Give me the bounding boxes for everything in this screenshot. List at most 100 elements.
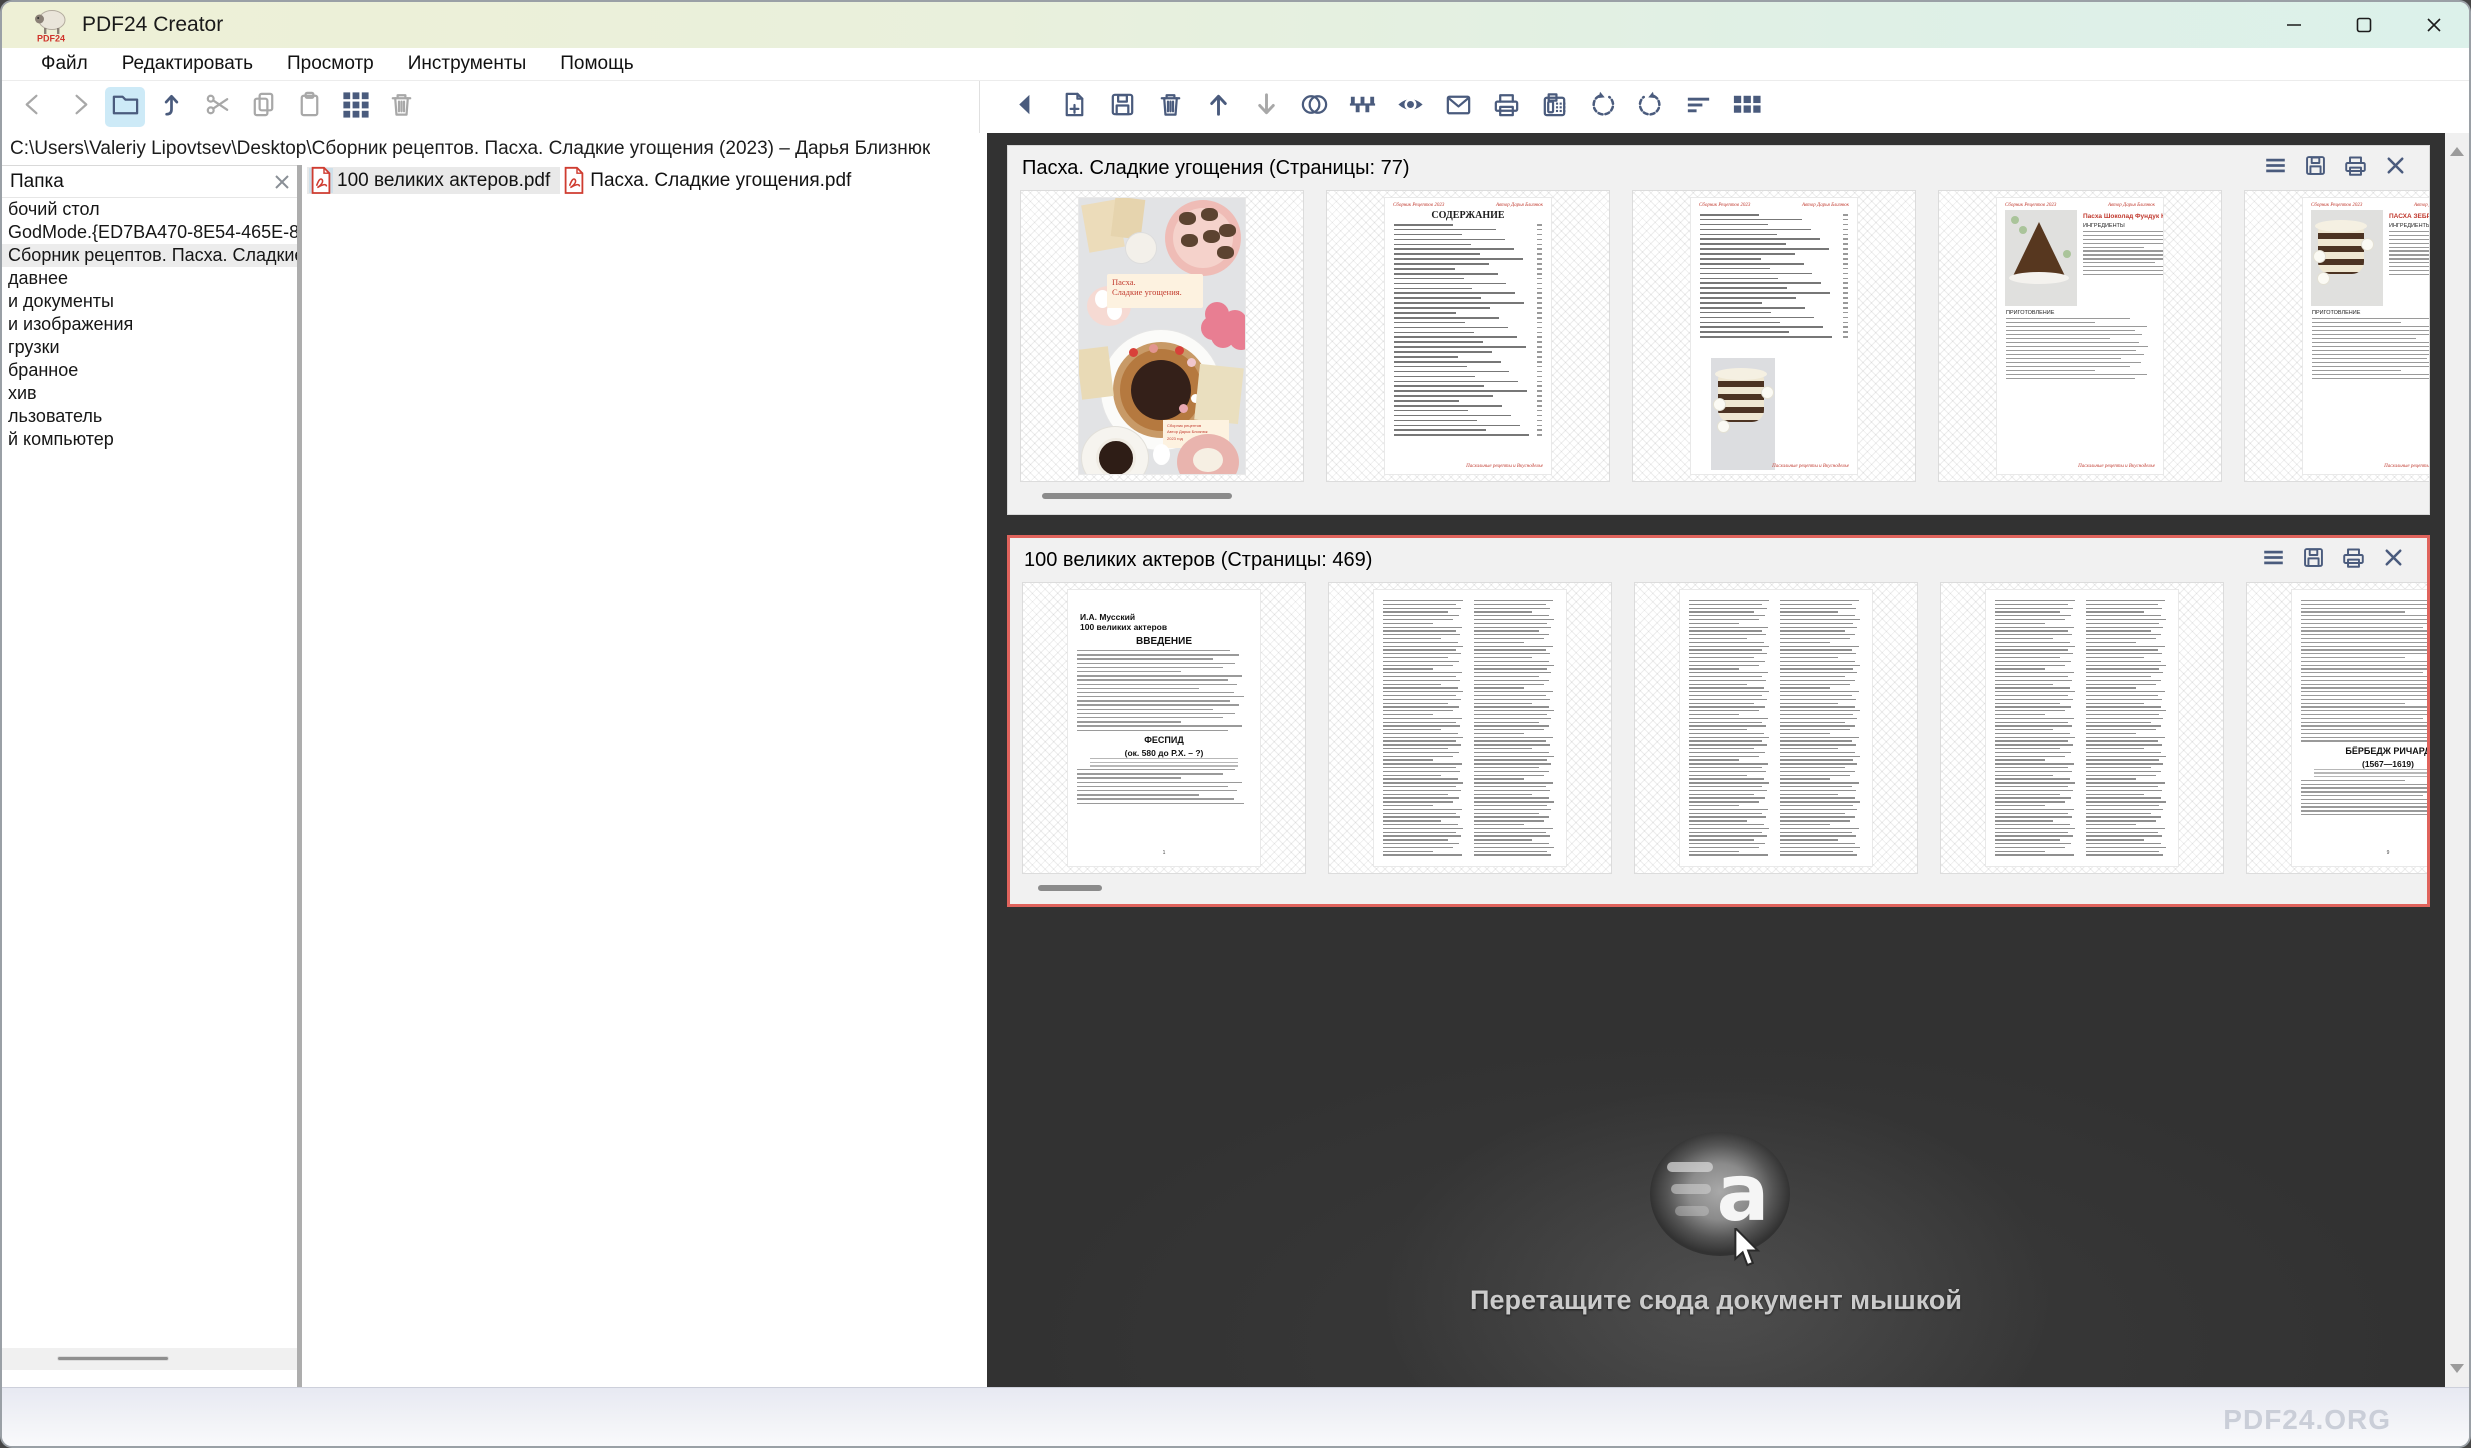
page-thumbnail[interactable]: [1634, 582, 1918, 874]
add-document-button[interactable]: [1054, 87, 1094, 127]
close-x-icon: [2380, 544, 2407, 576]
grid-view-button[interactable]: [1726, 87, 1766, 127]
merge-documents-button[interactable]: [1294, 87, 1334, 127]
page-thumbnail[interactable]: [1940, 582, 2224, 874]
preview-button[interactable]: [1390, 87, 1430, 127]
chapter-heading: ВВЕДЕНИЕ: [1068, 636, 1260, 647]
sidebar-item-0[interactable]: бочий стол: [2, 198, 297, 221]
page-thumbnail[interactable]: И.А. Мусский100 великих актеровВВЕДЕНИЕФ…: [1022, 582, 1306, 874]
ingredients-label: ИНГРЕДИЕНТЫ: [2083, 223, 2163, 229]
page-thumbnail[interactable]: [1328, 582, 1612, 874]
save-document-button[interactable]: [2295, 151, 2335, 185]
page-thumbnail[interactable]: БЁРБЕДЖ РИЧАРД(1567—1619)9: [2246, 582, 2427, 874]
page-thumbnail[interactable]: Пасха.Сладкие угощения.Сборник рецептовА…: [1020, 190, 1304, 482]
menu-item-0[interactable]: Файл: [24, 48, 105, 80]
close-folder-panel-icon[interactable]: [267, 169, 297, 195]
close-button[interactable]: [2399, 2, 2469, 48]
print-document-button[interactable]: [2333, 543, 2373, 577]
pdf-page: Сборник Рецептов 2023Автор Дарья Близнюк…: [2303, 198, 2429, 474]
sidebar-item-4[interactable]: и документы: [2, 290, 297, 313]
cut-button[interactable]: [197, 87, 237, 127]
sidebar-item-6[interactable]: грузки: [2, 336, 297, 359]
page-thumbnails-row: Пасха.Сладкие угощения.Сборник рецептовА…: [1020, 190, 2429, 484]
page-script-left: Сборник Рецептов 2023: [1393, 203, 1444, 208]
delete-button[interactable]: [381, 87, 421, 127]
fax-icon: [1539, 89, 1570, 125]
file-row[interactable]: Пасха. Сладкие угощения.pdf: [560, 167, 861, 194]
up-one-level-button[interactable]: [151, 87, 191, 127]
section-subheading: (ок. 580 до Р.Х. – ?): [1068, 748, 1260, 758]
minimize-button[interactable]: [2259, 2, 2329, 48]
page-thumbnail[interactable]: Сборник Рецептов 2023Автор Дарья Близнюк…: [2244, 190, 2429, 482]
scrollbar-thumb[interactable]: [1038, 885, 1102, 891]
menu-item-4[interactable]: Помощь: [543, 48, 650, 80]
sidebar-item-2[interactable]: Сборник рецептов. Пасха. Сладкие: [2, 244, 297, 267]
close-document-button[interactable]: [2373, 543, 2413, 577]
page-thumbnail[interactable]: Сборник Рецептов 2023Автор Дарья Близнюк…: [1938, 190, 2222, 482]
sidebar-item-7[interactable]: бранное: [2, 359, 297, 382]
file-browser-pane: Папка бочий столGodMode.{ED7BA470-8E54-4…: [2, 165, 987, 1387]
pdf-page: [1374, 590, 1566, 866]
close-document-button[interactable]: [2375, 151, 2415, 185]
delete-document-button[interactable]: [1150, 87, 1190, 127]
move-up-button[interactable]: [1198, 87, 1238, 127]
send-email-button[interactable]: [1438, 87, 1478, 127]
scroll-down-arrow-icon[interactable]: [2450, 1364, 2464, 1373]
previous-button[interactable]: [1006, 87, 1046, 127]
document-group-pasha[interactable]: Пасха. Сладкие угощения (Страницы: 77) П…: [1007, 145, 2430, 515]
sidebar-item-1[interactable]: GodMode.{ED7BA470-8E54-465E-82: [2, 221, 297, 244]
menu-item-2[interactable]: Просмотр: [270, 48, 391, 80]
forward-button[interactable]: [59, 87, 99, 127]
save-button[interactable]: [1102, 87, 1142, 127]
sidebar-item-10[interactable]: й компьютер: [2, 428, 297, 451]
scroll-up-arrow-icon[interactable]: [2450, 147, 2464, 156]
maximize-button[interactable]: [2329, 2, 2399, 48]
move-down-button[interactable]: [1246, 87, 1286, 127]
scrollbar-thumb[interactable]: [57, 1356, 169, 1361]
copy-button[interactable]: [243, 87, 283, 127]
document-menu-button[interactable]: [2253, 543, 2293, 577]
group-horizontal-scrollbar[interactable]: [1008, 484, 2429, 510]
paste-button[interactable]: [289, 87, 329, 127]
menu-item-3[interactable]: Инструменты: [391, 48, 543, 80]
save-document-button[interactable]: [2293, 543, 2333, 577]
sidebar-item-5[interactable]: и изображения: [2, 313, 297, 336]
page-number: 1: [1068, 850, 1260, 856]
pdf-page: Сборник Рецептов 2023Автор Дарья Близнюк…: [1997, 198, 2163, 474]
folder-panel-title: Папка: [10, 171, 267, 193]
group-header: 100 великих актеров (Страницы: 469): [1010, 538, 2427, 582]
rotate-left-button[interactable]: [1582, 87, 1622, 127]
document-menu-button[interactable]: [2255, 151, 2295, 185]
sidebar-item-3[interactable]: давнее: [2, 267, 297, 290]
print-button[interactable]: [1486, 87, 1526, 127]
sidebar-item-9[interactable]: льзователь: [2, 405, 297, 428]
page-thumbnail[interactable]: Сборник Рецептов 2023Автор Дарья Близнюк…: [1326, 190, 1610, 482]
back-button[interactable]: [13, 87, 53, 127]
app-window: PDF24 PDF24 Creator ФайлРедактироватьПро…: [0, 0, 2471, 1448]
print-document-button[interactable]: [2335, 151, 2375, 185]
group-horizontal-scrollbar[interactable]: [1010, 876, 2427, 902]
rotate-right-button[interactable]: [1630, 87, 1670, 127]
preparation-label: ПРИГОТОВЛЕНИЕ: [2312, 310, 2429, 316]
address-bar[interactable]: C:\Users\Valeriy Lipovtsev\Desktop\Сборн…: [2, 133, 987, 166]
workspace-vertical-scrollbar[interactable]: [2445, 133, 2469, 1387]
sidebar-item-8[interactable]: хив: [2, 382, 297, 405]
sidebar-horizontal-scrollbar[interactable]: [2, 1348, 297, 1370]
page-thumbnail[interactable]: Сборник Рецептов 2023Автор Дарья Близнюк…: [1632, 190, 1916, 482]
document-group-actors[interactable]: 100 великих актеров (Страницы: 469) И.А.…: [1007, 535, 2430, 907]
scrollbar-thumb[interactable]: [1042, 493, 1232, 499]
document-toolbar: [979, 81, 1770, 133]
group-header-icons: [2253, 543, 2413, 577]
fax-button[interactable]: [1534, 87, 1574, 127]
open-folder-button[interactable]: [105, 87, 145, 127]
floppy-icon: [1107, 89, 1138, 125]
pdf24-sheep-logo-icon: PDF24: [32, 7, 68, 43]
page-number: 9: [2292, 850, 2427, 856]
sort-documents-button[interactable]: [1678, 87, 1718, 127]
menu-item-1[interactable]: Редактировать: [105, 48, 270, 80]
pdf-file-icon: [309, 168, 333, 193]
interleave-pages-button[interactable]: [1342, 87, 1382, 127]
page-footer-script: Пасхальные рецепты и Вкусноделье: [1466, 464, 1543, 469]
tile-view-button[interactable]: [335, 87, 375, 127]
file-row[interactable]: 100 великих актеров.pdf: [307, 167, 560, 194]
